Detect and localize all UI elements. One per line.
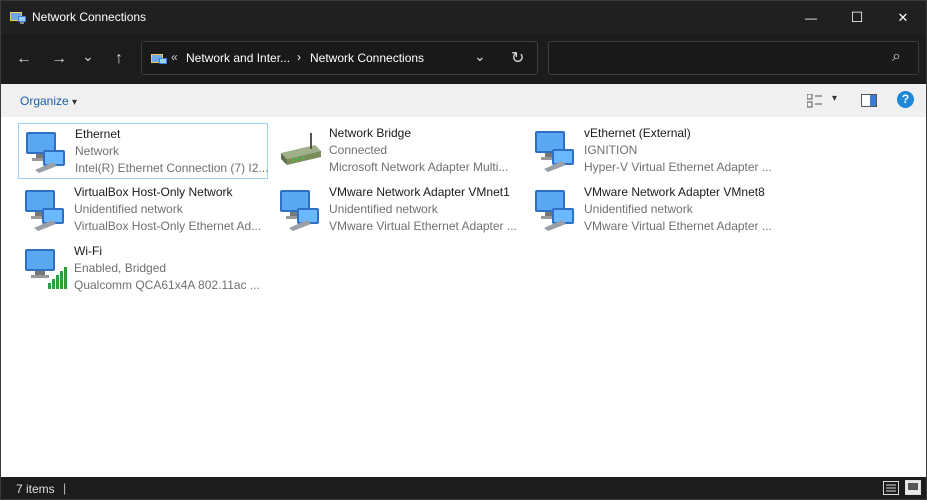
connection-status: Connected — [329, 143, 388, 157]
connection-device: VMware Virtual Ethernet Adapter ... — [584, 219, 772, 233]
details-view-icon[interactable] — [883, 481, 899, 495]
list-item[interactable]: Wi-Fi Enabled, Bridged Qualcomm QCA61x4A… — [18, 241, 268, 297]
refresh-icon[interactable]: ↻ — [511, 48, 524, 68]
network-bridge-icon — [281, 133, 321, 165]
connection-name: Wi-Fi — [74, 244, 102, 258]
status-bar: 7 items | — [1, 477, 926, 499]
chevron-down-icon: ⌄ — [82, 47, 94, 64]
network-adapter-icon — [280, 190, 319, 231]
address-bar[interactable]: « Network and Inter... › Network Connect… — [141, 41, 538, 75]
back-arrow-icon: ← — [16, 50, 32, 67]
connection-device: Intel(R) Ethernet Connection (7) I2... — [75, 161, 269, 175]
close-button[interactable]: ✕ — [880, 1, 926, 34]
window-title: Network Connections — [32, 10, 147, 24]
network-adapter-icon — [26, 132, 65, 173]
view-options-dropdown-icon[interactable]: ▾ — [832, 93, 837, 104]
network-adapter-icon — [25, 190, 64, 231]
command-bar: Organize ▾ ▾ ? — [1, 84, 926, 118]
breadcrumb-network-and-internet[interactable]: Network and Inter... — [186, 51, 290, 65]
connection-status: Unidentified network — [329, 202, 438, 216]
connection-name: vEthernet (External) — [584, 126, 691, 140]
list-item[interactable]: VMware Network Adapter VMnet8 Unidentifi… — [528, 182, 778, 238]
network-adapter-icon — [535, 190, 574, 231]
minimize-button[interactable]: — — [788, 1, 834, 34]
large-icons-view-icon[interactable] — [905, 480, 921, 495]
list-item[interactable]: VMware Network Adapter VMnet1 Unidentifi… — [273, 182, 523, 238]
connection-device: VMware Virtual Ethernet Adapter ... — [329, 219, 517, 233]
network-adapter-icon — [535, 131, 574, 172]
back-button[interactable]: ← — [13, 48, 35, 70]
connection-device: Hyper-V Virtual Ethernet Adapter ... — [584, 160, 772, 174]
network-folder-icon — [151, 54, 167, 64]
search-box[interactable]: ⌕ — [548, 41, 919, 75]
up-arrow-icon: ↑ — [115, 50, 123, 67]
connection-status: Enabled, Bridged — [74, 261, 167, 275]
list-item[interactable]: vEthernet (External) IGNITION Hyper-V Vi… — [528, 123, 778, 179]
maximize-button[interactable]: ☐ — [834, 1, 880, 34]
item-count: 7 items — [16, 482, 55, 496]
list-item[interactable]: VirtualBox Host-Only Network Unidentifie… — [18, 182, 268, 238]
connection-name: Network Bridge — [329, 126, 412, 140]
dropdown-arrow-icon: ▾ — [72, 97, 78, 108]
address-dropdown-icon[interactable]: ⌄ — [474, 48, 486, 65]
list-item[interactable]: Ethernet Network Intel(R) Ethernet Conne… — [18, 123, 268, 179]
forward-button[interactable]: → — [48, 48, 70, 70]
breadcrumb-network-connections[interactable]: Network Connections — [310, 51, 424, 65]
up-button[interactable]: ↑ — [108, 48, 130, 70]
connection-device: Microsoft Network Adapter Multi... — [329, 160, 509, 174]
help-icon: ? — [901, 92, 910, 106]
minimize-icon: — — [805, 10, 817, 25]
list-item[interactable]: Network Bridge Connected Microsoft Netwo… — [273, 123, 523, 179]
connection-device: VirtualBox Host-Only Ethernet Ad... — [74, 219, 262, 233]
explorer-window: Network Connections — ☐ ✕ ← → ⌄ ↑ « Netw… — [0, 0, 927, 500]
connections-list: Ethernet Network Intel(R) Ethernet Conne… — [1, 117, 926, 477]
title-bar[interactable]: Network Connections — ☐ ✕ — [1, 1, 926, 34]
change-view-icon[interactable] — [807, 94, 823, 108]
close-icon: ✕ — [897, 9, 909, 25]
status-divider: | — [63, 481, 67, 495]
breadcrumb-separator-icon[interactable]: › — [297, 50, 301, 64]
recent-locations-button[interactable]: ⌄ — [79, 48, 97, 70]
connection-status: IGNITION — [584, 143, 638, 157]
wifi-adapter-icon — [25, 249, 67, 289]
search-input[interactable] — [555, 48, 879, 70]
connection-name: VirtualBox Host-Only Network — [74, 185, 233, 199]
maximize-icon: ☐ — [850, 9, 864, 25]
connection-name: VMware Network Adapter VMnet1 — [329, 185, 510, 199]
connection-device: Qualcomm QCA61x4A 802.11ac ... — [74, 278, 260, 292]
search-icon[interactable]: ⌕ — [892, 48, 901, 66]
forward-arrow-icon: → — [51, 50, 67, 67]
overflow-chevron-icon[interactable]: « — [171, 50, 178, 64]
connection-name: Ethernet — [75, 127, 121, 141]
connection-status: Unidentified network — [74, 202, 183, 216]
organize-menu[interactable]: Organize ▾ — [20, 94, 77, 108]
connection-status: Unidentified network — [584, 202, 693, 216]
connection-name: VMware Network Adapter VMnet8 — [584, 185, 765, 199]
connection-status: Network — [75, 144, 120, 158]
network-folder-icon — [10, 12, 26, 24]
navigation-bar: ← → ⌄ ↑ « Network and Inter... › Network… — [1, 34, 926, 84]
organize-label: Organize — [20, 94, 69, 108]
help-button[interactable]: ? — [897, 91, 914, 108]
preview-pane-icon[interactable] — [861, 94, 877, 107]
